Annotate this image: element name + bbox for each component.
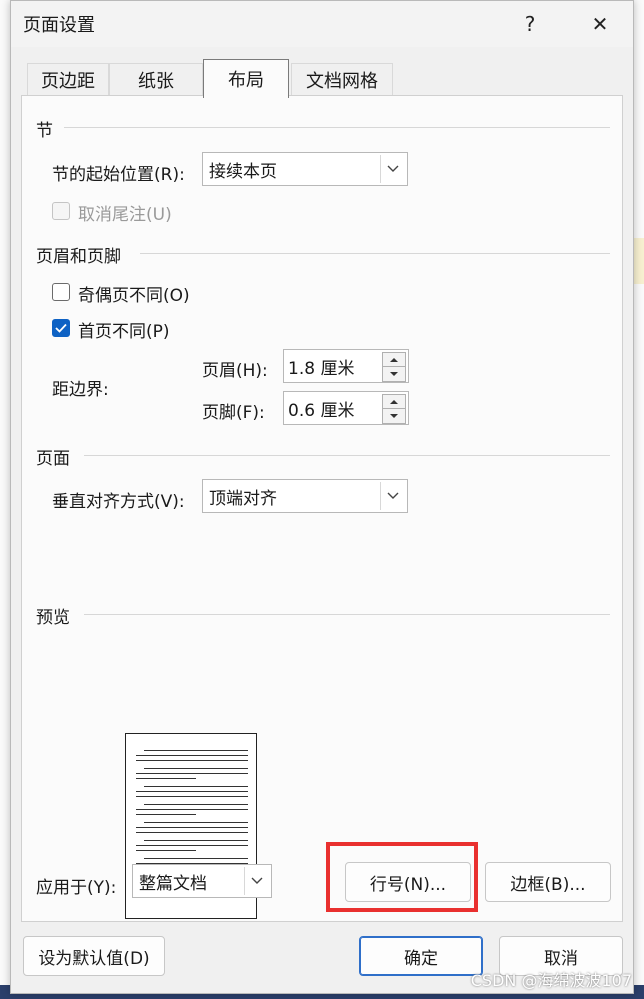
- preview-text-line: [144, 858, 248, 859]
- footer-distance-value: 0.6 厘米: [288, 401, 355, 421]
- tab-layout[interactable]: 布局: [203, 59, 289, 98]
- preview-text-line: [144, 768, 248, 769]
- preview-text-line: [136, 827, 248, 828]
- chevron-down-icon: [380, 482, 405, 510]
- title-bar: 页面设置 ? ✕: [11, 1, 633, 47]
- cancel-label: 取消: [544, 948, 578, 969]
- preview-text-line: [136, 832, 248, 833]
- tab-document-grid[interactable]: 文档网格: [291, 63, 393, 96]
- dialog-title: 页面设置: [23, 15, 95, 36]
- preview-text-line: [136, 814, 196, 815]
- section-start-value: 接续本页: [209, 161, 277, 182]
- preview-divider: [84, 614, 610, 615]
- suppress-endnotes-checkbox[interactable]: [52, 202, 70, 220]
- tab-label: 文档网格: [306, 71, 378, 92]
- odd-even-checkbox[interactable]: [52, 283, 70, 301]
- help-icon: ?: [524, 12, 536, 36]
- section-heading: 节: [36, 121, 53, 141]
- chevron-down-icon: [244, 867, 269, 895]
- preview-text-line: [144, 804, 248, 805]
- header-distance-value: 1.8 厘米: [288, 359, 355, 379]
- page-divider: [84, 455, 610, 456]
- first-page-label: 首页不同(P): [78, 322, 170, 342]
- preview-text-line: [144, 840, 248, 841]
- tab-label: 纸张: [138, 71, 174, 92]
- close-button[interactable]: ✕: [577, 7, 623, 41]
- preview-text-line: [136, 845, 248, 846]
- footer-distance-spinner[interactable]: 0.6 厘米: [283, 391, 409, 425]
- header-footer-heading: 页眉和页脚: [36, 247, 121, 267]
- preview-text-line: [136, 796, 248, 797]
- page-heading: 页面: [36, 449, 70, 469]
- apply-to-label: 应用于(Y):: [36, 878, 117, 898]
- preview-text-line: [136, 755, 248, 756]
- spin-down-icon[interactable]: [382, 366, 406, 382]
- vertical-align-label: 垂直对齐方式(V):: [52, 492, 185, 512]
- watermark: CSDN @海绵波波107: [470, 971, 632, 990]
- page-setup-dialog: 页面设置 ? ✕ 页边距 纸张 布局 文档网格 节 节的起始位置(R): 接续本…: [10, 0, 634, 994]
- ok-label: 确定: [404, 948, 438, 969]
- borders-button[interactable]: 边框(B)...: [485, 862, 611, 902]
- chevron-down-icon: [380, 155, 405, 183]
- tab-margins[interactable]: 页边距: [27, 63, 109, 96]
- vertical-align-select[interactable]: 顶端对齐: [202, 479, 408, 513]
- set-default-button[interactable]: 设为默认值(D): [23, 936, 165, 976]
- ok-button[interactable]: 确定: [359, 936, 483, 976]
- red-highlight-box: [326, 842, 478, 912]
- section-start-select[interactable]: 接续本页: [202, 152, 408, 186]
- vertical-align-value: 顶端对齐: [209, 488, 277, 509]
- check-icon: [55, 323, 67, 333]
- footer-distance-label: 页脚(F):: [202, 403, 265, 423]
- preview-text-line: [136, 760, 248, 761]
- close-icon: ✕: [591, 12, 609, 36]
- borders-label: 边框(B)...: [510, 874, 586, 895]
- preview-text-line: [136, 773, 248, 774]
- help-button[interactable]: ?: [507, 7, 553, 41]
- odd-even-label: 奇偶页不同(O): [78, 286, 190, 306]
- tab-paper[interactable]: 纸张: [109, 63, 203, 96]
- section-divider: [64, 127, 610, 128]
- suppress-endnotes-label: 取消尾注(U): [78, 205, 172, 225]
- tab-label: 布局: [228, 70, 264, 91]
- preview-text-line: [144, 750, 248, 751]
- set-default-label: 设为默认值(D): [38, 948, 150, 969]
- section-start-label: 节的起始位置(R):: [52, 165, 185, 185]
- preview-text-line: [136, 791, 248, 792]
- tab-label: 页边距: [41, 71, 95, 92]
- header-distance-spinner[interactable]: 1.8 厘米: [283, 349, 409, 383]
- preview-text-line: [144, 786, 248, 787]
- first-page-checkbox[interactable]: [52, 319, 70, 337]
- preview-text-line: [136, 809, 248, 810]
- header-footer-divider: [140, 253, 610, 254]
- apply-to-value: 整篇文档: [139, 873, 207, 894]
- preview-text-line: [144, 822, 248, 823]
- preview-heading: 预览: [36, 608, 70, 628]
- apply-to-select[interactable]: 整篇文档: [132, 864, 272, 898]
- from-edge-label: 距边界:: [52, 380, 109, 400]
- preview-text-line: [136, 778, 196, 779]
- preview-text-line: [136, 850, 196, 851]
- tab-panel: 节 节的起始位置(R): 接续本页 取消尾注(U) 页眉和页脚 奇偶页不同(O)…: [21, 95, 623, 922]
- spin-down-icon[interactable]: [382, 408, 406, 424]
- header-distance-label: 页眉(H):: [202, 361, 268, 381]
